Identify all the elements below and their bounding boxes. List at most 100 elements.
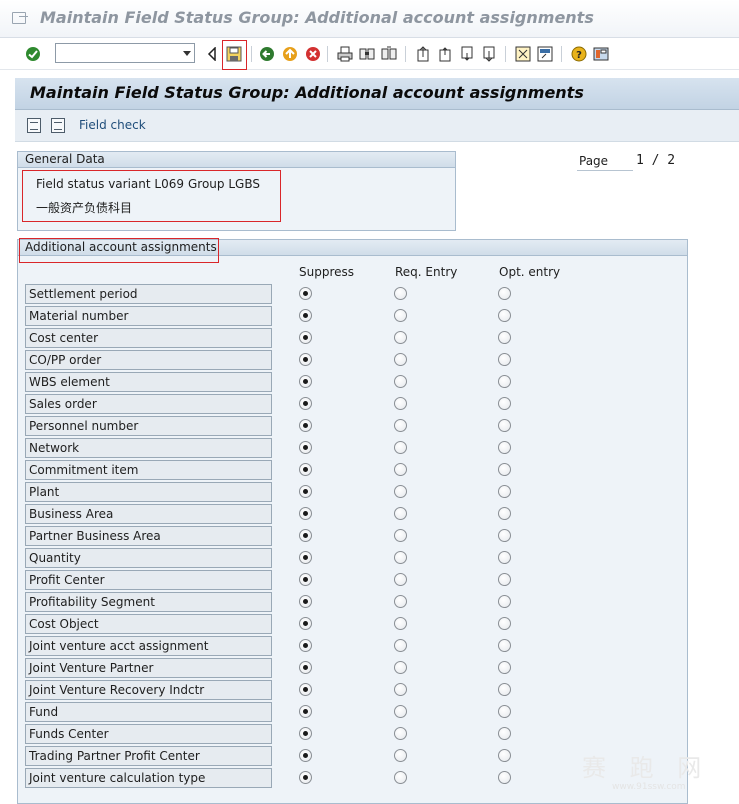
help-icon[interactable]: ? bbox=[570, 45, 588, 63]
suppress-radio[interactable] bbox=[299, 617, 312, 630]
optional-radio[interactable] bbox=[498, 485, 511, 498]
required-radio[interactable] bbox=[394, 595, 407, 608]
optional-radio[interactable] bbox=[498, 617, 511, 630]
optional-radio[interactable] bbox=[498, 507, 511, 520]
optional-radio[interactable] bbox=[498, 287, 511, 300]
required-radio[interactable] bbox=[394, 551, 407, 564]
first-page-icon[interactable] bbox=[414, 45, 432, 63]
required-radio[interactable] bbox=[394, 705, 407, 718]
field-check-button[interactable]: Field check bbox=[79, 118, 146, 132]
required-radio[interactable] bbox=[394, 441, 407, 454]
back-triangle-icon[interactable] bbox=[203, 45, 221, 63]
field-label: Trading Partner Profit Center bbox=[25, 746, 272, 766]
create-session-icon[interactable] bbox=[514, 45, 532, 63]
suppress-radio[interactable] bbox=[299, 551, 312, 564]
field-label: Quantity bbox=[25, 548, 272, 568]
required-radio[interactable] bbox=[394, 661, 407, 674]
required-radio[interactable] bbox=[394, 617, 407, 630]
last-page-icon[interactable] bbox=[480, 45, 498, 63]
required-radio[interactable] bbox=[394, 507, 407, 520]
required-radio[interactable] bbox=[394, 749, 407, 762]
suppress-radio[interactable] bbox=[299, 529, 312, 542]
required-radio[interactable] bbox=[394, 309, 407, 322]
required-radio[interactable] bbox=[394, 683, 407, 696]
optional-radio[interactable] bbox=[498, 551, 511, 564]
application-toolbar: Field check bbox=[15, 110, 739, 142]
other-group-icon[interactable] bbox=[27, 118, 41, 133]
layout-menu-icon[interactable] bbox=[592, 45, 610, 63]
optional-radio[interactable] bbox=[498, 573, 511, 586]
optional-radio[interactable] bbox=[498, 529, 511, 542]
required-radio[interactable] bbox=[394, 727, 407, 740]
suppress-radio[interactable] bbox=[299, 441, 312, 454]
suppress-radio[interactable] bbox=[299, 771, 312, 784]
suppress-radio[interactable] bbox=[299, 309, 312, 322]
suppress-radio[interactable] bbox=[299, 573, 312, 586]
system-menu-icon[interactable] bbox=[12, 12, 28, 24]
suppress-radio[interactable] bbox=[299, 287, 312, 300]
optional-radio[interactable] bbox=[498, 309, 511, 322]
exit-icon[interactable] bbox=[281, 45, 299, 63]
optional-radio[interactable] bbox=[498, 375, 511, 388]
suppress-radio[interactable] bbox=[299, 683, 312, 696]
optional-radio[interactable] bbox=[498, 595, 511, 608]
find-next-icon[interactable] bbox=[380, 45, 398, 63]
suppress-radio[interactable] bbox=[299, 705, 312, 718]
required-radio[interactable] bbox=[394, 375, 407, 388]
command-field[interactable] bbox=[55, 43, 195, 63]
next-page-icon[interactable] bbox=[458, 45, 476, 63]
required-radio[interactable] bbox=[394, 397, 407, 410]
optional-radio[interactable] bbox=[498, 771, 511, 784]
suppress-radio[interactable] bbox=[299, 639, 312, 652]
required-radio[interactable] bbox=[394, 463, 407, 476]
suppress-radio[interactable] bbox=[299, 353, 312, 366]
optional-radio[interactable] bbox=[498, 353, 511, 366]
optional-radio[interactable] bbox=[498, 397, 511, 410]
suppress-radio[interactable] bbox=[299, 727, 312, 740]
field-label: Joint venture acct assignment bbox=[25, 636, 272, 656]
required-radio[interactable] bbox=[394, 331, 407, 344]
required-radio[interactable] bbox=[394, 529, 407, 542]
required-radio[interactable] bbox=[394, 639, 407, 652]
previous-page-icon[interactable] bbox=[436, 45, 454, 63]
suppress-radio[interactable] bbox=[299, 397, 312, 410]
field-label: Cost Object bbox=[25, 614, 272, 634]
suppress-radio[interactable] bbox=[299, 595, 312, 608]
optional-radio[interactable] bbox=[498, 639, 511, 652]
optional-radio[interactable] bbox=[498, 331, 511, 344]
optional-radio[interactable] bbox=[498, 727, 511, 740]
required-radio[interactable] bbox=[394, 573, 407, 586]
back-icon[interactable] bbox=[258, 45, 276, 63]
shortcut-icon[interactable] bbox=[536, 45, 554, 63]
suppress-radio[interactable] bbox=[299, 661, 312, 674]
suppress-radio[interactable] bbox=[299, 419, 312, 432]
watermark-text: 赛 跑 网 bbox=[582, 754, 710, 782]
required-radio[interactable] bbox=[394, 353, 407, 366]
suppress-radio[interactable] bbox=[299, 375, 312, 388]
optional-radio[interactable] bbox=[498, 749, 511, 762]
required-radio[interactable] bbox=[394, 771, 407, 784]
field-label: Fund bbox=[25, 702, 272, 722]
optional-radio[interactable] bbox=[498, 463, 511, 476]
suppress-radio[interactable] bbox=[299, 749, 312, 762]
print-icon[interactable] bbox=[336, 45, 354, 63]
optional-radio[interactable] bbox=[498, 705, 511, 718]
cancel-icon[interactable] bbox=[304, 45, 322, 63]
suppress-radio[interactable] bbox=[299, 331, 312, 344]
required-radio[interactable] bbox=[394, 485, 407, 498]
svg-text:?: ? bbox=[576, 50, 582, 61]
optional-radio[interactable] bbox=[498, 419, 511, 432]
required-radio[interactable] bbox=[394, 419, 407, 432]
suppress-radio[interactable] bbox=[299, 463, 312, 476]
optional-radio[interactable] bbox=[498, 683, 511, 696]
chevron-down-icon[interactable] bbox=[183, 51, 191, 56]
optional-radio[interactable] bbox=[498, 441, 511, 454]
required-radio[interactable] bbox=[394, 287, 407, 300]
document-icon[interactable] bbox=[51, 118, 65, 133]
find-icon[interactable] bbox=[358, 45, 376, 63]
optional-radio[interactable] bbox=[498, 661, 511, 674]
enter-check-icon[interactable] bbox=[24, 45, 42, 63]
suppress-radio[interactable] bbox=[299, 485, 312, 498]
field-label: Plant bbox=[25, 482, 272, 502]
suppress-radio[interactable] bbox=[299, 507, 312, 520]
